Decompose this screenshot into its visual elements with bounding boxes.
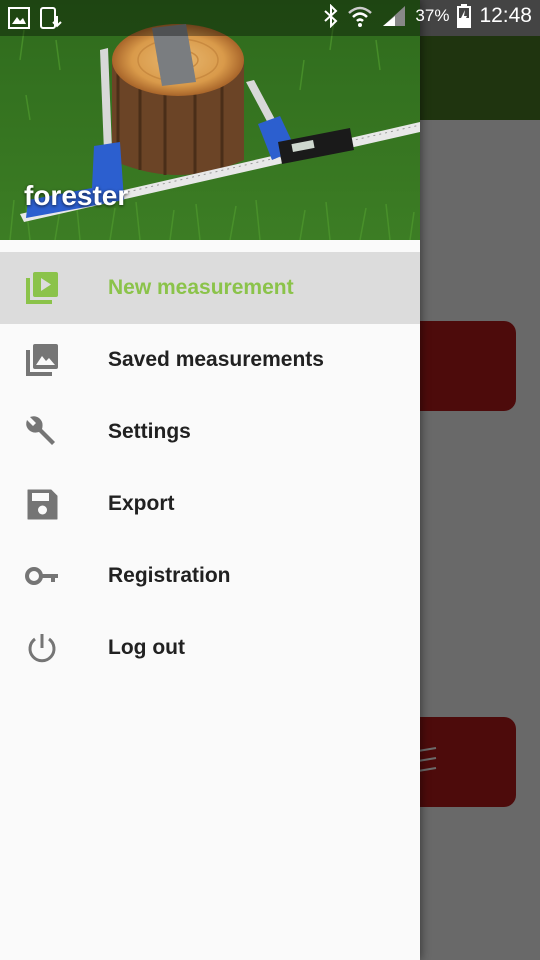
photo-library-icon [26,344,58,376]
menu-item-label: Export [108,492,175,515]
menu-item-new-measurement[interactable]: New measurement [0,252,420,324]
menu-item-label: Registration [108,564,231,587]
menu-item-registration[interactable]: Registration [0,540,420,612]
wifi-icon [348,6,373,27]
battery-icon [457,4,472,28]
battery-percent: 37% [415,6,450,25]
key-icon [25,567,58,585]
menu-item-saved-measurements[interactable]: Saved measurements [0,324,420,396]
drawer-header: forester [0,0,420,240]
status-bar: 37% 12:48 [0,0,540,36]
menu-item-label: New measurement [108,276,294,299]
menu-item-label: Saved measurements [108,348,324,371]
menu-item-settings[interactable]: Settings [0,396,420,468]
menu-item-export[interactable]: Export [0,468,420,540]
navigation-drawer: forester New measurement Saved measureme… [0,0,420,960]
clock: 12:48 [479,4,532,27]
save-icon [27,489,58,520]
bluetooth-icon [324,4,338,28]
play-library-icon [26,272,58,304]
wrench-icon [26,416,55,445]
menu-item-log-out[interactable]: Log out [0,612,420,684]
power-icon [28,634,56,663]
menu-item-label: Log out [108,636,185,659]
header-title: forester [24,180,129,211]
menu-item-label: Settings [108,420,191,443]
gallery-icon [8,7,30,29]
download-icon [40,7,62,29]
signal-icon [383,6,406,26]
drawer-menu: New measurement Saved measurements Setti… [0,252,420,684]
